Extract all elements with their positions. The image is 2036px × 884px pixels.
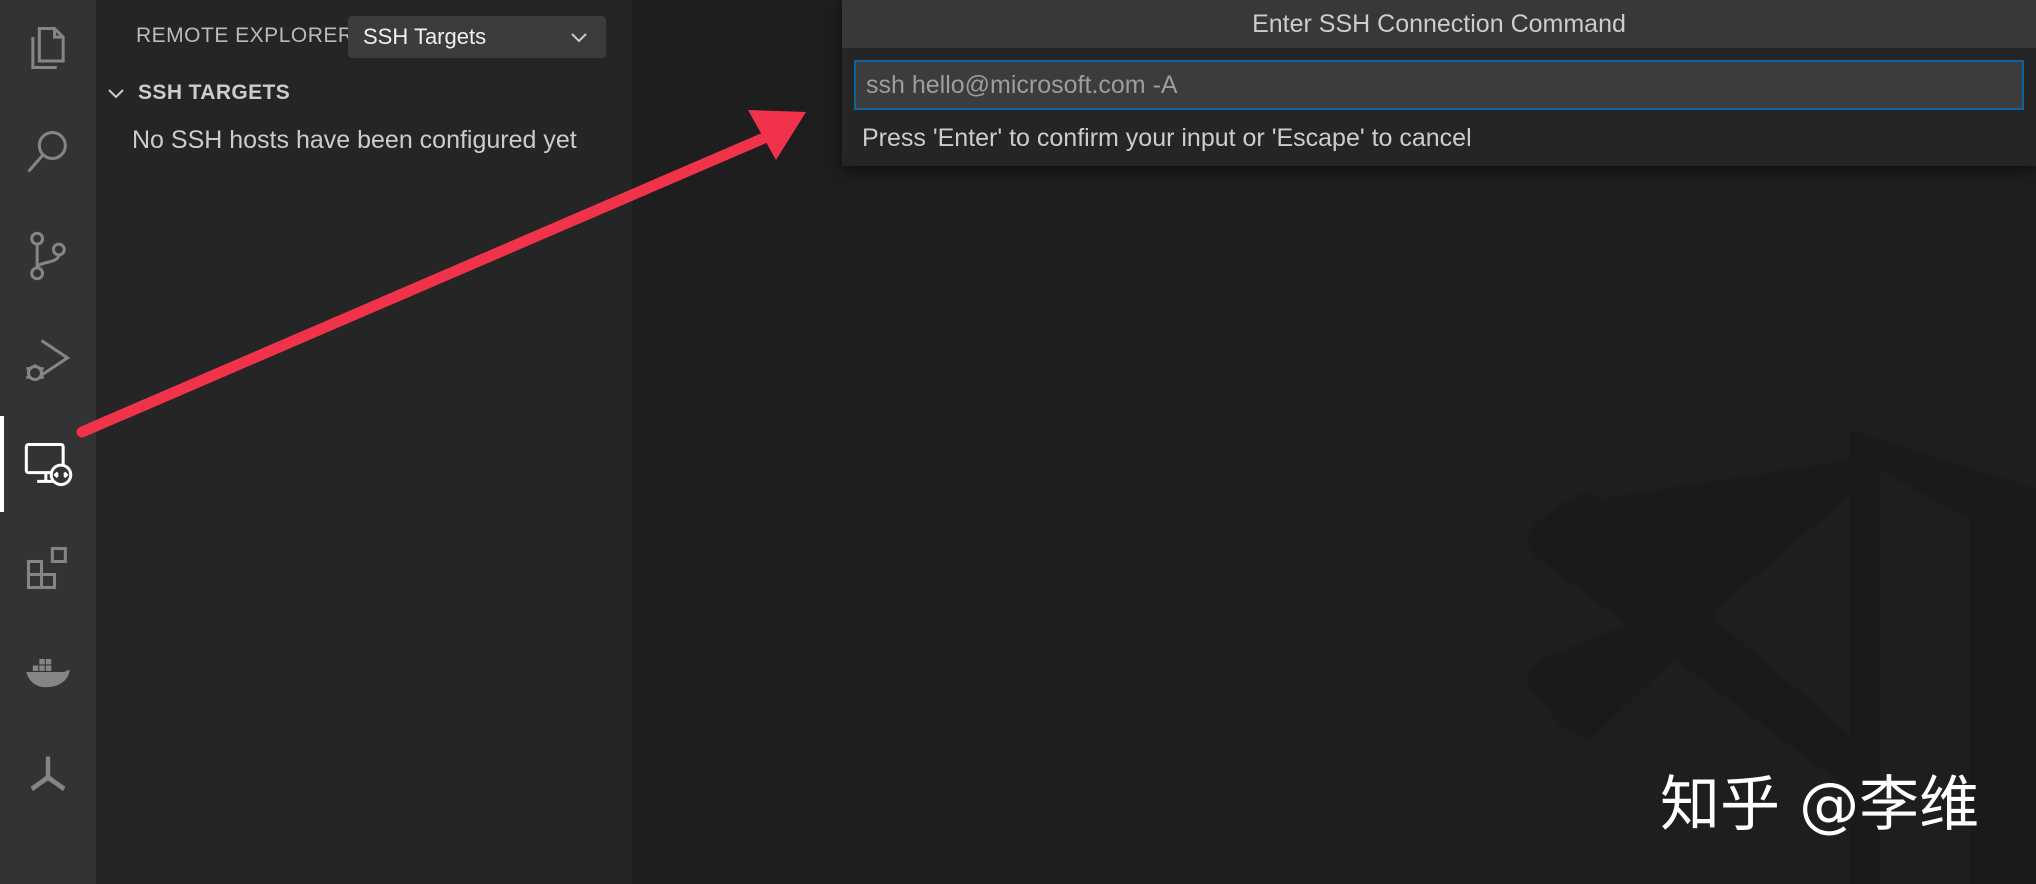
sidebar: REMOTE EXPLORER SSH Targets SSH TARGETS …	[96, 0, 632, 884]
run-debug-icon	[26, 339, 71, 382]
target-select-value: SSH Targets	[363, 24, 487, 49]
activity-search[interactable]	[0, 104, 96, 200]
watermark-text: 知乎 @李维	[1660, 770, 1980, 840]
kubernetes-helm-icon	[30, 756, 66, 792]
activity-helm[interactable]	[0, 728, 96, 824]
sidebar-header: REMOTE EXPLORER SSH Targets	[96, 0, 632, 72]
quick-input-title: Enter SSH Connection Command	[842, 0, 2036, 48]
activity-bar	[0, 0, 96, 884]
chevron-down-icon	[108, 89, 124, 99]
ssh-command-input[interactable]	[854, 60, 2024, 110]
chevron-down-icon	[571, 33, 587, 43]
explorer-icon	[31, 26, 65, 70]
vscode-window: REMOTE EXPLORER SSH Targets SSH TARGETS …	[0, 0, 2036, 884]
sidebar-title: REMOTE EXPLORER	[136, 24, 354, 47]
ssh-targets-section-header[interactable]: SSH TARGETS	[96, 76, 632, 110]
extensions-icon	[26, 546, 67, 590]
activity-explorer[interactable]	[0, 0, 96, 96]
activity-source-control[interactable]	[0, 208, 96, 304]
activity-docker[interactable]	[0, 624, 96, 720]
activity-extensions[interactable]	[0, 520, 96, 616]
search-icon	[27, 130, 67, 173]
empty-hosts-message: No SSH hosts have been configured yet	[132, 126, 577, 154]
quick-input-widget: Enter SSH Connection Command Press 'Ente…	[842, 0, 2036, 166]
quick-input-hint: Press 'Enter' to confirm your input or '…	[862, 124, 1472, 152]
source-control-icon	[30, 231, 66, 281]
remote-explorer-icon	[24, 442, 73, 487]
section-title: SSH TARGETS	[138, 81, 291, 104]
remote-target-select[interactable]: SSH Targets	[348, 16, 606, 58]
activity-run-debug[interactable]	[0, 312, 96, 408]
docker-icon	[26, 659, 70, 688]
activity-remote-explorer[interactable]	[0, 416, 96, 512]
